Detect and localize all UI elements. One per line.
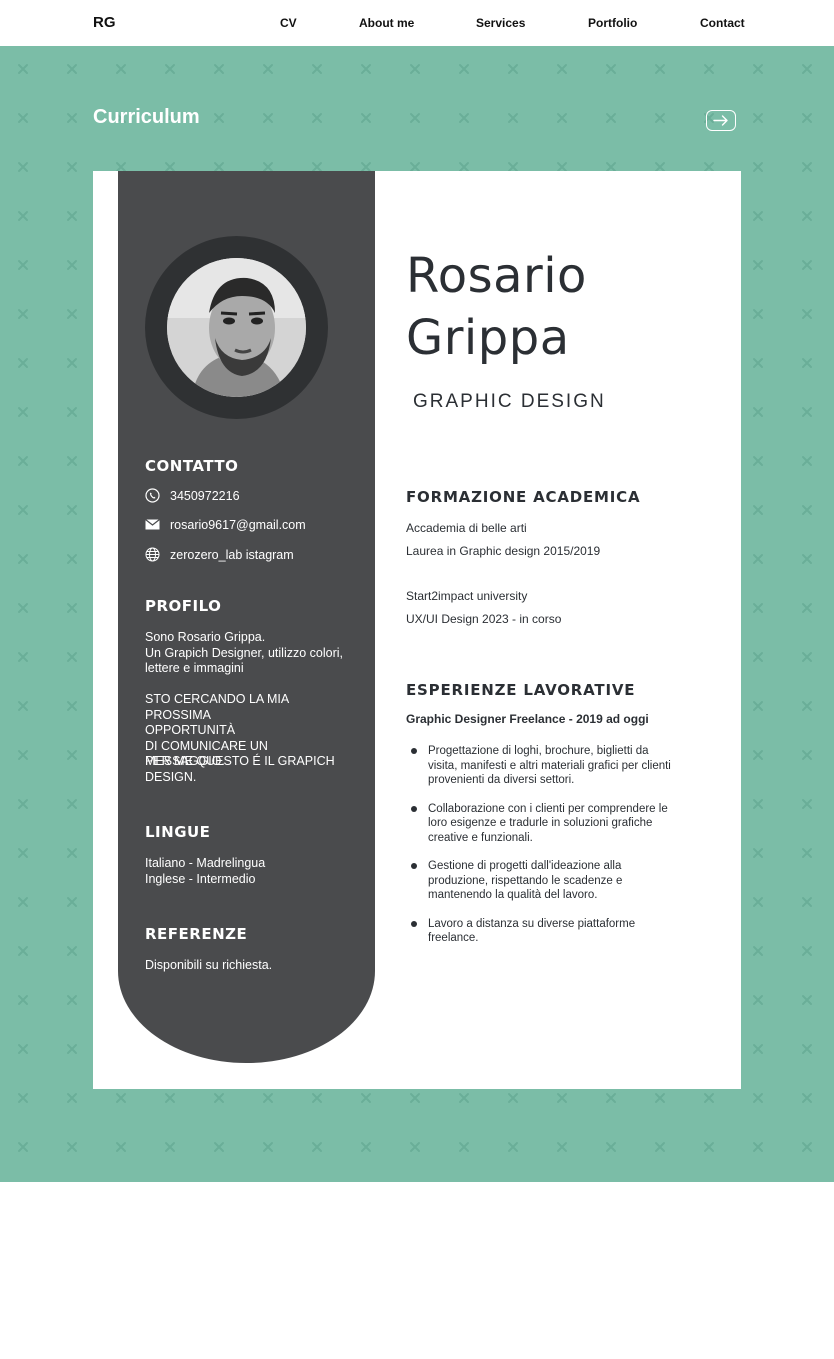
languages-text: Italiano - Madrelingua Inglese - Interme… bbox=[145, 856, 266, 886]
education-line: Laurea in Graphic design 2015/2019 bbox=[406, 544, 601, 558]
cv-name: Rosario Grippa bbox=[406, 245, 587, 369]
mail-icon bbox=[145, 519, 160, 530]
list-item: Gestione di progetti dall'ideazione alla… bbox=[406, 859, 681, 903]
education-line: Start2impact university bbox=[406, 589, 528, 603]
social-text: zerozero_lab istagram bbox=[170, 547, 294, 562]
avatar-frame bbox=[145, 236, 328, 419]
phone-row: 3450972216 bbox=[145, 488, 240, 503]
experience-heading: ESPERIENZE LAVORATIVE bbox=[406, 681, 636, 699]
bullet-icon bbox=[411, 748, 417, 754]
logo[interactable]: RG bbox=[93, 14, 116, 31]
references-text: Disponibili su richiesta. bbox=[145, 958, 273, 972]
contact-heading: CONTATTO bbox=[145, 457, 239, 475]
nav-link-portfolio[interactable]: Portfolio bbox=[588, 16, 637, 30]
top-navbar: RG CV About me Services Portfolio Contac… bbox=[0, 0, 834, 46]
avatar bbox=[167, 258, 306, 397]
list-item: Lavoro a distanza su diverse piattaforme… bbox=[406, 917, 681, 946]
bullet-icon bbox=[411, 920, 417, 927]
social-row: zerozero_lab istagram bbox=[145, 547, 294, 562]
curriculum-section: Curriculum CONTATTO 3450972216 rosario96… bbox=[0, 46, 834, 1182]
phone-icon bbox=[145, 488, 160, 503]
education-line: UX/UI Design 2023 - in corso bbox=[406, 612, 562, 626]
education-line: Accademia di belle arti bbox=[406, 521, 527, 535]
nav-link-services[interactable]: Services bbox=[476, 16, 525, 30]
bullet-icon bbox=[411, 805, 417, 812]
last-name: Grippa bbox=[406, 310, 570, 366]
list-item: Progettazione di loghi, brochure, biglie… bbox=[406, 744, 681, 788]
nav-link-cv[interactable]: CV bbox=[280, 16, 297, 30]
next-button[interactable] bbox=[706, 110, 736, 131]
first-name: Rosario bbox=[406, 248, 587, 304]
languages-heading: LINGUE bbox=[145, 823, 211, 841]
cv-sidebar: CONTATTO 3450972216 rosario9617@gmail.co… bbox=[118, 171, 375, 1063]
globe-icon bbox=[145, 547, 160, 562]
education-heading: FORMAZIONE ACADEMICA bbox=[406, 488, 641, 506]
nav-link-about-me[interactable]: About me bbox=[359, 16, 414, 30]
list-item: Collaborazione con i clienti per compren… bbox=[406, 802, 681, 846]
nav-link-contact[interactable]: Contact bbox=[700, 16, 745, 30]
cv-document: CONTATTO 3450972216 rosario9617@gmail.co… bbox=[93, 171, 741, 1089]
profile-closing: PER ME QUESTO É IL GRAPICH DESIGN. bbox=[145, 754, 335, 784]
references-heading: REFERENZE bbox=[145, 925, 248, 943]
email-text: rosario9617@gmail.com bbox=[170, 517, 306, 532]
profile-intro: Sono Rosario Grippa. Un Grapich Designer… bbox=[145, 630, 343, 675]
job-title: Graphic Designer Freelance - 2019 ad ogg… bbox=[406, 712, 649, 726]
email-row: rosario9617@gmail.com bbox=[145, 517, 306, 532]
experience-list: Progettazione di loghi, brochure, biglie… bbox=[406, 744, 681, 960]
portrait-image bbox=[167, 258, 306, 397]
profile-heading: PROFILO bbox=[145, 597, 222, 615]
bullet-icon bbox=[411, 863, 417, 869]
section-title: Curriculum bbox=[93, 106, 200, 128]
cv-role: GRAPHIC DESIGN bbox=[413, 391, 606, 412]
arrow-right-icon bbox=[713, 115, 728, 126]
phone-text: 3450972216 bbox=[170, 488, 240, 503]
